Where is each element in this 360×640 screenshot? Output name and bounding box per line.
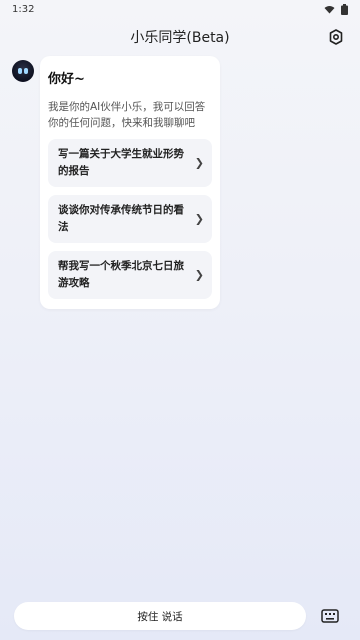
page-title: 小乐同学(Beta) [130,30,230,46]
suggestion-card[interactable]: 帮我写一个秋季北京七日旅游攻略 ❯ [48,251,212,299]
hold-to-talk-button[interactable]: 按住 说话 [14,602,306,630]
greeting-text: 你好~ [48,72,85,87]
title-bar: 小乐同学(Beta) [0,22,360,52]
keyboard-icon [321,609,339,623]
status-time: 1:32 [12,3,35,15]
suggestion-label: 写一篇关于大学生就业形势的报告 [58,148,184,177]
status-icons [324,3,348,15]
suggestion-label: 谈谈你对传承传统节日的看法 [58,204,184,233]
chevron-right-icon: ❯ [194,156,204,170]
suggestion-label: 帮我写一个秋季北京七日旅游攻略 [58,260,184,289]
intro-text: 我是你的AI伙伴小乐，我可以回答你的任何问题，快来和我聊聊吧 [48,101,206,129]
avatar-eye-right [24,68,28,74]
chevron-right-icon: ❯ [194,268,204,282]
input-bar: 按住 说话 [14,602,346,630]
settings-icon [329,29,343,45]
keyboard-toggle-button[interactable] [318,604,342,628]
suggestion-card[interactable]: 谈谈你对传承传统节日的看法 ❯ [48,195,212,243]
wifi-icon [324,5,335,13]
battery-icon [341,3,348,15]
assistant-message-row: 你好~ 我是你的AI伙伴小乐，我可以回答你的任何问题，快来和我聊聊吧 写一篇关于… [12,56,220,309]
assistant-message-bubble: 你好~ 我是你的AI伙伴小乐，我可以回答你的任何问题，快来和我聊聊吧 写一篇关于… [40,56,220,309]
settings-button[interactable] [326,27,346,47]
chevron-right-icon: ❯ [194,212,204,226]
status-bar: 1:32 [0,0,360,18]
suggestion-card[interactable]: 写一篇关于大学生就业形势的报告 ❯ [48,139,212,187]
assistant-avatar [12,60,34,82]
avatar-eye-left [18,68,22,74]
